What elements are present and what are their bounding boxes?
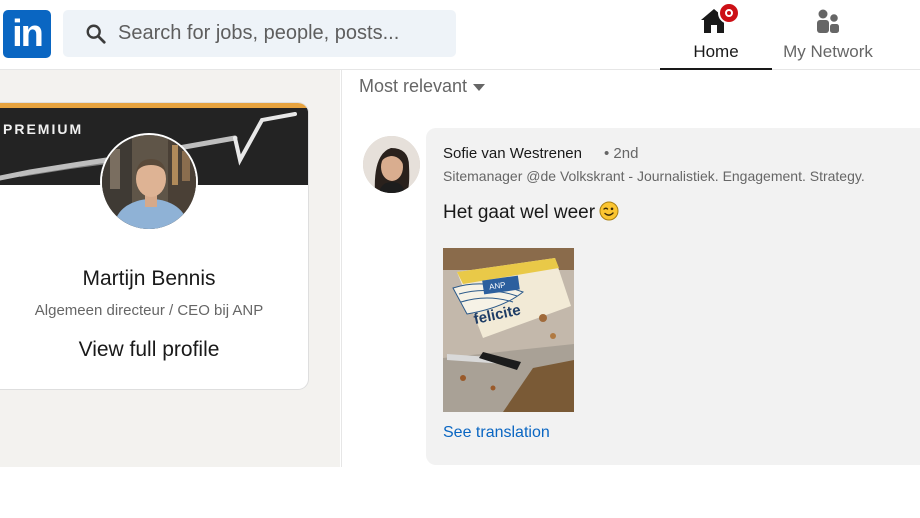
profile-avatar[interactable] xyxy=(100,133,198,231)
sort-label: Most relevant xyxy=(359,76,468,96)
notification-badge-icon xyxy=(718,2,740,24)
premium-label: PREMIUM xyxy=(3,121,84,137)
profile-name[interactable]: Martijn Bennis xyxy=(0,267,308,291)
profile-photo-image xyxy=(102,135,196,229)
search-input[interactable] xyxy=(118,10,448,57)
people-icon xyxy=(817,9,839,33)
view-full-profile-button[interactable]: View full profile xyxy=(0,338,308,362)
see-translation-link[interactable]: See translation xyxy=(443,424,550,442)
caret-down-icon xyxy=(473,83,486,91)
commenter-photo-image xyxy=(363,136,420,193)
linkedin-logo-icon[interactable]: in xyxy=(3,10,51,58)
comment-author-name[interactable]: Sofie van Westrenen xyxy=(443,145,582,162)
connection-degree: • 2nd xyxy=(604,145,639,162)
sort-dropdown[interactable]: Most relevant xyxy=(359,76,486,97)
commenter-avatar[interactable] xyxy=(363,136,420,193)
wink-emoji-icon xyxy=(599,201,619,221)
comment-bubble: Sofie van Westrenen • 2nd Sitemanager @d… xyxy=(426,128,920,465)
column-divider xyxy=(341,70,342,467)
top-nav-bar: in Home My Network xyxy=(0,0,920,70)
nav-home-label: Home xyxy=(693,42,739,61)
comment-text: Het gaat wel weer xyxy=(443,201,619,224)
comment-cake-image[interactable]: ANP felicite xyxy=(443,248,574,412)
profile-card: PREMIUM Martijn Bennis Algemeen directeu… xyxy=(0,103,308,389)
search-bar[interactable] xyxy=(63,10,456,57)
cake-photo-image: ANP felicite xyxy=(443,248,574,412)
nav-home[interactable]: Home xyxy=(660,0,772,70)
profile-headline: Algemeen directeur / CEO bij ANP xyxy=(34,302,264,319)
comment-author-headline: Sitemanager @de Volkskrant - Journalisti… xyxy=(443,168,865,184)
nav-my-network[interactable]: My Network xyxy=(772,0,884,70)
nav-network-label: My Network xyxy=(783,42,873,61)
linkedin-page: in Home My Network xyxy=(0,0,920,518)
search-icon xyxy=(86,24,106,44)
comment-text-body: Het gaat wel weer xyxy=(443,202,596,223)
